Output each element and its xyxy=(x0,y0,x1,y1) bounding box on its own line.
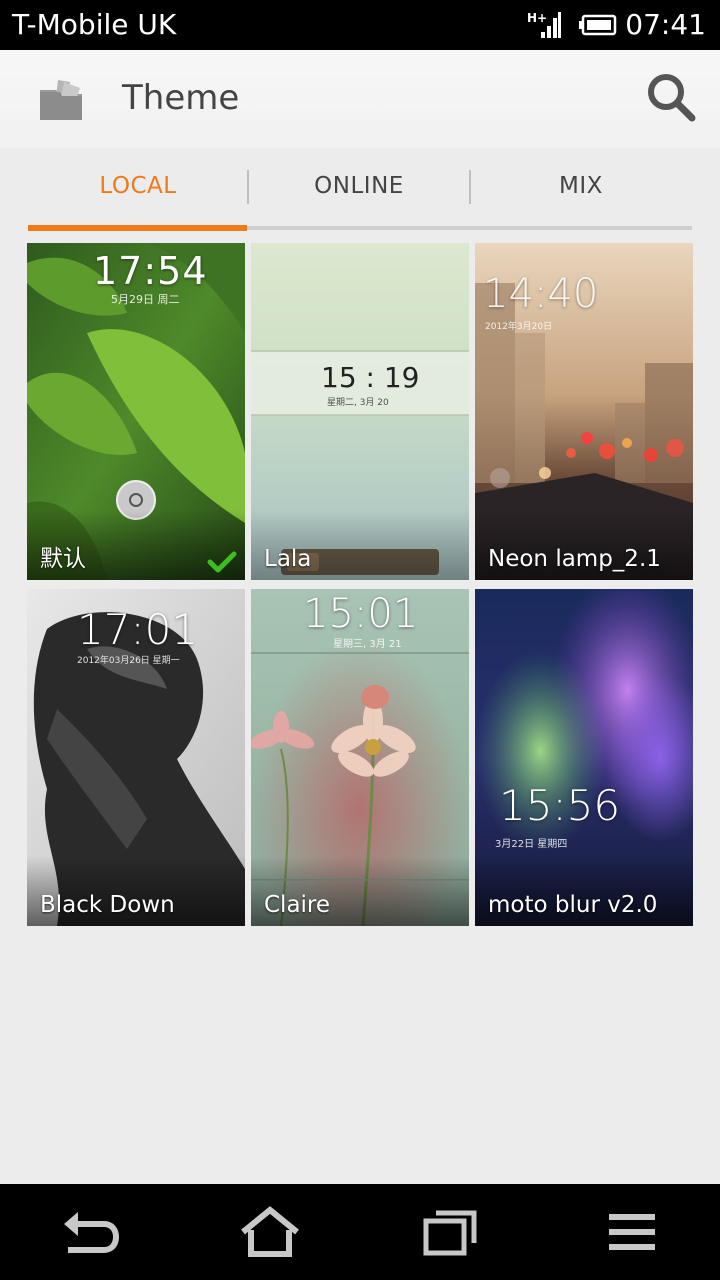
signal-hplus-icon: H+ xyxy=(527,11,562,38)
preview-date: 3月22日 星期四 xyxy=(495,839,568,850)
status-clock: 07:41 xyxy=(625,8,706,41)
preview-clock: 15:01 xyxy=(303,591,419,637)
status-icons: H+ 07:41 xyxy=(527,8,706,42)
preview-date: 2012年03月26日 星期一 xyxy=(77,656,180,666)
theme-app-icon[interactable] xyxy=(36,78,86,122)
theme-card[interactable]: 14:40 2012年3月20日 Neon lamp_2.1 xyxy=(475,243,693,580)
tab-online[interactable]: ONLINE xyxy=(249,160,469,212)
preview-date: 星期三, 3月 21 xyxy=(333,639,402,650)
battery-icon xyxy=(579,14,617,36)
theme-app: Theme LOCAL ONLINE MIX 17:54 5月29日 周二 默认… xyxy=(0,50,720,1184)
theme-name: moto blur v2.0 xyxy=(488,892,658,918)
home-icon xyxy=(241,1206,299,1257)
status-bar: T-Mobile UK H+ 07:41 xyxy=(0,0,720,50)
theme-card[interactable]: 17:01 2012年03月26日 星期一 Black Down xyxy=(27,589,245,926)
menu-icon xyxy=(609,1214,655,1250)
tab-mix[interactable]: MIX xyxy=(471,160,691,212)
tab-indicator xyxy=(28,225,247,231)
home-button[interactable] xyxy=(210,1202,330,1262)
theme-grid: 17:54 5月29日 周二 默认 15: 19 星期二, 3月 20 Lal… xyxy=(27,243,693,926)
search-icon[interactable] xyxy=(644,70,698,124)
action-bar: Theme xyxy=(0,50,720,148)
back-button[interactable] xyxy=(30,1202,150,1262)
theme-name: 默认 xyxy=(40,546,86,572)
navigation-bar xyxy=(0,1184,720,1280)
preview-clock: 17:54 xyxy=(93,249,208,293)
theme-name: Black Down xyxy=(40,892,175,918)
check-icon xyxy=(207,551,237,573)
svg-text:H+: H+ xyxy=(527,11,547,25)
preview-clock: 15 : 19 xyxy=(321,361,420,394)
page-title: Theme xyxy=(122,78,240,118)
theme-card[interactable]: 15 : 19 星期二, 3月 20 Lala xyxy=(251,243,469,580)
recent-apps-button[interactable] xyxy=(390,1202,510,1262)
theme-name: Claire xyxy=(264,892,331,918)
preview-date: 星期二, 3月 20 xyxy=(327,398,389,408)
preview-date: 5月29日 周二 xyxy=(111,293,180,306)
tab-bar: LOCAL ONLINE MIX xyxy=(28,160,692,232)
tab-local[interactable]: LOCAL xyxy=(28,160,248,212)
carrier-name: T-Mobile UK xyxy=(12,8,177,41)
theme-card[interactable]: 15:56 3月22日 星期四 moto blur v2.0 xyxy=(475,589,693,926)
back-icon xyxy=(64,1212,120,1253)
preview-clock: 14:40 xyxy=(483,271,599,317)
preview-date: 2012年3月20日 xyxy=(485,322,553,332)
recent-apps-icon xyxy=(423,1210,477,1256)
theme-card[interactable]: 17:54 5月29日 周二 默认 xyxy=(27,243,245,580)
preview-clock: 15:56 xyxy=(499,781,621,830)
theme-name: Lala xyxy=(264,546,312,572)
menu-button[interactable] xyxy=(572,1202,692,1262)
preview-clock: 17:01 xyxy=(77,605,199,654)
theme-card[interactable]: 15:01 星期三, 3月 21 Claire xyxy=(251,589,469,926)
theme-name: Neon lamp_2.1 xyxy=(488,546,661,572)
